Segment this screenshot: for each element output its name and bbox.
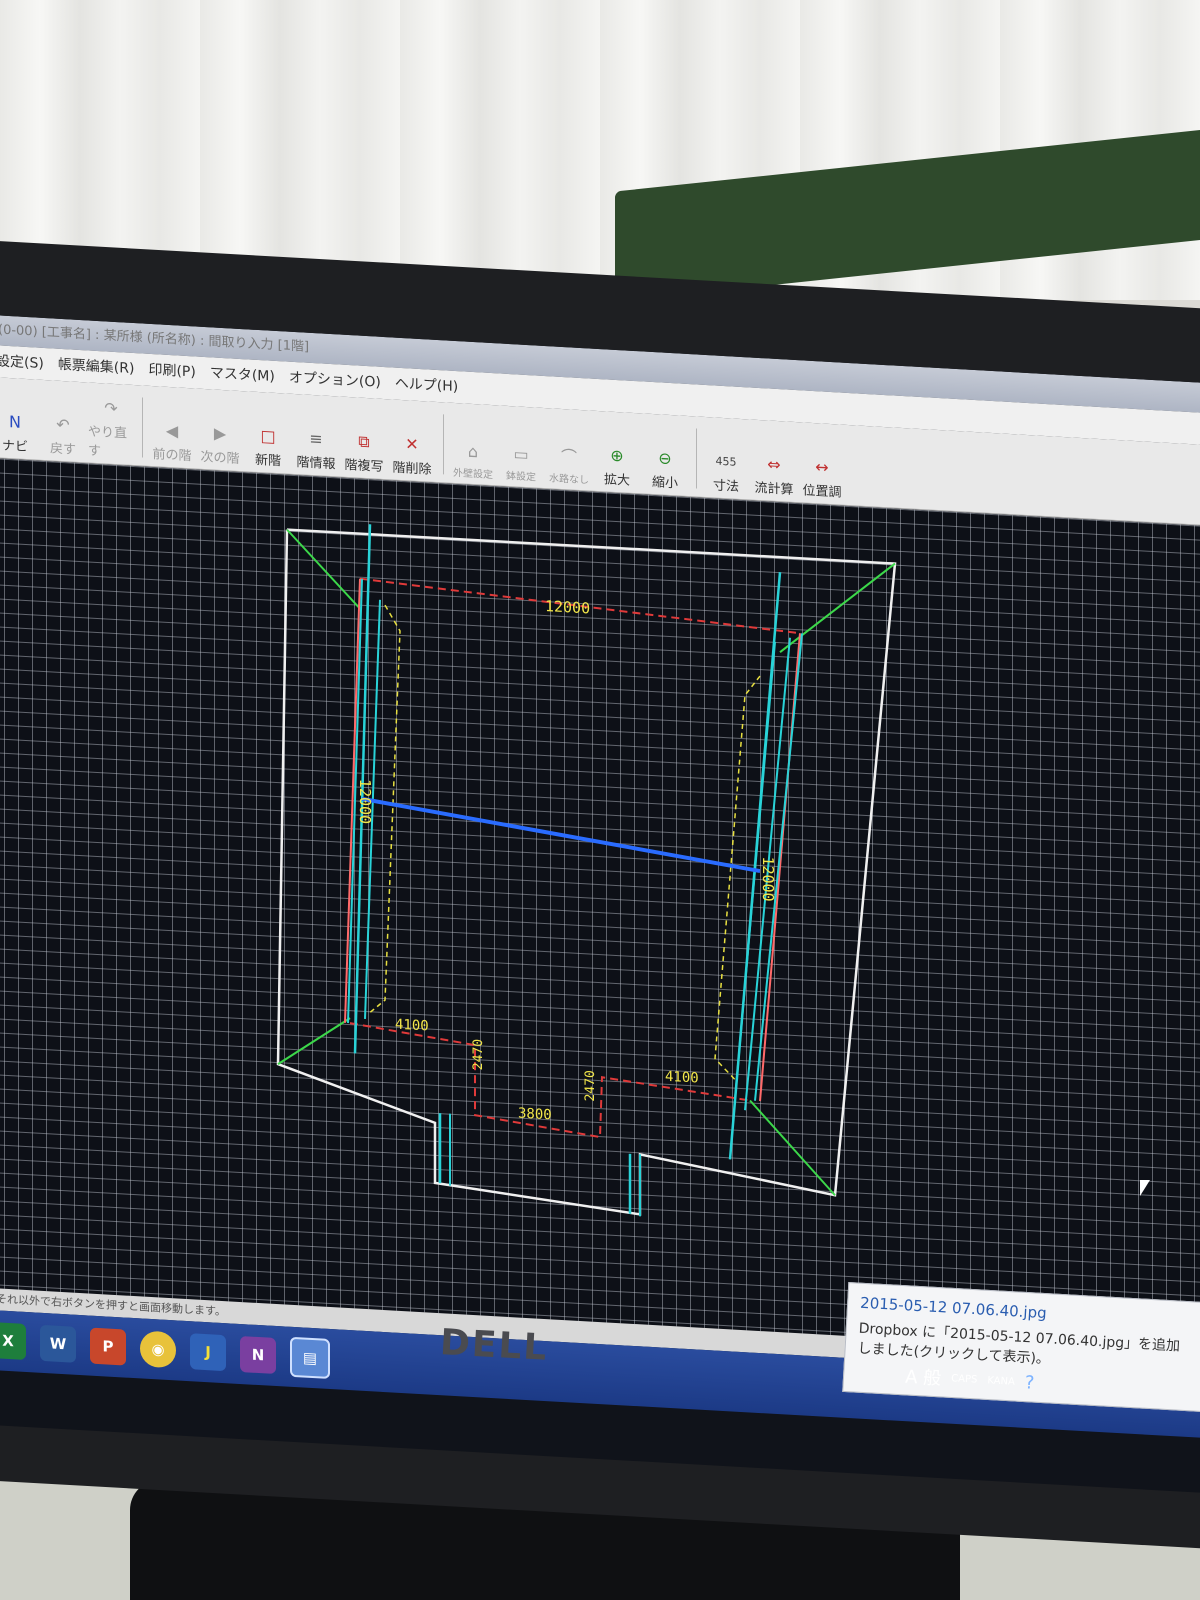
dell-logo: DELL	[439, 1322, 550, 1369]
floor-info-icon: ≡	[309, 428, 323, 449]
blue-beam	[361, 796, 761, 874]
dim-label-bottom-left: 4100	[395, 1017, 429, 1035]
floor-plan-drawing: 12000 12000 12000 4100 4100 2470 2470 38…	[276, 524, 897, 1217]
redo-icon: ↷	[104, 398, 118, 419]
dim-label-notch-right: 2470	[583, 1070, 598, 1102]
pot-icon: ▭	[513, 444, 529, 465]
dimension-button[interactable]: 455 寸法	[703, 427, 749, 500]
drawing-canvas[interactable]: 12000 12000 12000 4100 4100 2470 2470 38…	[0, 458, 1200, 1357]
prev-floor-icon: ◀	[165, 420, 179, 441]
onenote-icon[interactable]: N	[240, 1335, 276, 1374]
zoom-out-button[interactable]: ⊖ 縮小	[642, 423, 688, 496]
position-icon: ↔	[815, 457, 829, 477]
word-icon[interactable]: W	[40, 1324, 76, 1363]
dim-label-bottom-right: 4100	[665, 1069, 699, 1087]
ime-indicator[interactable]: A 般	[905, 1363, 942, 1391]
floor-delete-button[interactable]: ✕ 階削除	[389, 409, 435, 482]
navi-icon: N	[9, 412, 21, 432]
flow-calc-icon: ⇔	[767, 454, 781, 475]
chrome-icon[interactable]: ◉	[140, 1330, 176, 1369]
next-floor-button[interactable]: ▶ 次の階	[197, 399, 243, 472]
menu-help[interactable]: ヘルプ(H)	[395, 368, 458, 404]
toolbar-separator	[443, 414, 444, 475]
zoom-out-icon: ⊖	[658, 448, 672, 469]
pot-setting-button[interactable]: ▭ 鉢設定	[498, 415, 544, 488]
dimension-icon: 455	[715, 454, 737, 469]
zoom-in-button[interactable]: ⊕ 拡大	[594, 421, 640, 494]
position-adjust-button[interactable]: ↔ 位置調	[799, 432, 845, 505]
corner-diagonal	[779, 562, 896, 653]
menu-settings[interactable]: 設定(S)	[0, 345, 44, 380]
dim-label-right: 12000	[759, 856, 777, 902]
menu-master[interactable]: マスタ(M)	[210, 357, 275, 393]
new-floor-icon: □	[260, 426, 276, 446]
dim-label-notch-bottom: 3800	[518, 1106, 552, 1124]
floor-copy-icon: ⧉	[358, 431, 370, 452]
mouse-cursor-icon	[1140, 1180, 1150, 1196]
corner-diagonal	[277, 1017, 351, 1065]
channel-button[interactable]: ⌒ 水路なし	[546, 418, 592, 491]
new-floor-button[interactable]: □ 新階	[245, 401, 291, 474]
floor-info-button[interactable]: ≡ 階情報	[293, 404, 339, 477]
jww-icon[interactable]: J	[190, 1333, 226, 1372]
powerpoint-icon[interactable]: P	[90, 1327, 126, 1366]
channel-icon: ⌒	[560, 446, 577, 467]
prev-floor-button[interactable]: ◀ 前の階	[149, 396, 195, 469]
menu-options[interactable]: オプション(O)	[289, 362, 381, 399]
cad-app-icon[interactable]: ▤	[290, 1336, 330, 1380]
dim-label-notch-left: 2470	[471, 1039, 486, 1071]
menu-report-edit[interactable]: 帳票編集(R)	[58, 349, 135, 385]
dim-label-top: 12000	[545, 597, 590, 618]
excel-icon[interactable]: X	[0, 1322, 26, 1361]
zoom-in-icon: ⊕	[610, 445, 624, 466]
wall-icon: ⌂	[467, 441, 479, 462]
floor-copy-button[interactable]: ⧉ 階複写	[341, 407, 387, 480]
next-floor-icon: ▶	[213, 423, 227, 444]
undo-icon: ↶	[56, 414, 70, 435]
navi-button[interactable]: N ナビ	[0, 387, 38, 460]
toolbar-separator	[142, 397, 143, 458]
dim-label-left: 12000	[356, 778, 374, 824]
photo-scene: (0-00) [工事名] : 某所様 (所名称) : 間取り入力 [1階] 設定…	[0, 0, 1200, 1600]
help-icon[interactable]: ?	[1024, 1372, 1035, 1394]
wall-setting-button[interactable]: ⌂ 外壁設定	[450, 413, 496, 486]
caps-indicator: CAPS	[950, 1372, 978, 1386]
toolbar-separator	[696, 428, 697, 489]
undo-button[interactable]: ↶ 戻す	[40, 390, 86, 463]
redo-button[interactable]: ↷ やり直す	[88, 392, 134, 465]
flow-calc-button[interactable]: ⇔ 流計算	[751, 430, 797, 503]
corner-diagonal	[286, 528, 361, 610]
floor-delete-icon: ✕	[405, 434, 419, 454]
kana-indicator: KANA	[987, 1374, 1016, 1388]
menu-print[interactable]: 印刷(P)	[148, 354, 195, 389]
